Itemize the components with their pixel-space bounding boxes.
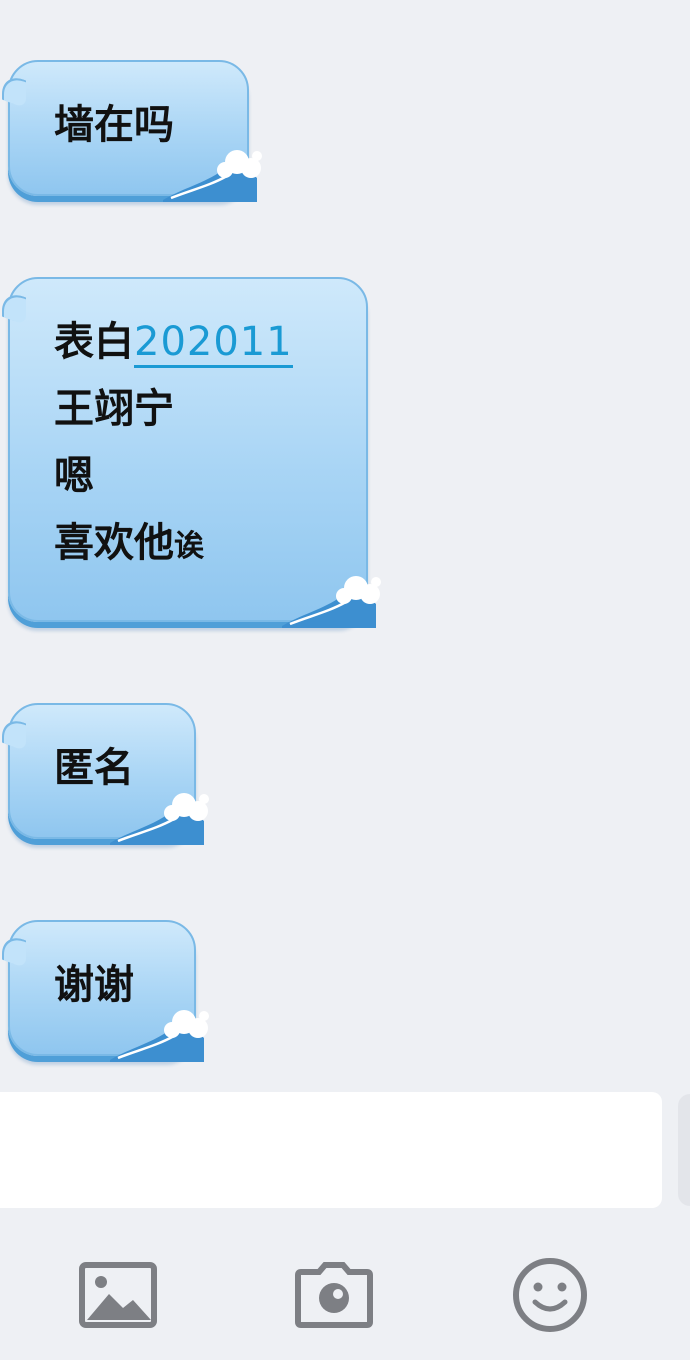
bubble-tail: [2, 714, 26, 752]
message-bubble[interactable]: 表白202011 王翊宁 嗯 喜欢他诶: [2, 277, 381, 628]
message-text-line: 表白202011: [54, 309, 293, 376]
message-text: 王翊宁: [54, 386, 174, 432]
wave-decoration-icon: [163, 150, 262, 202]
message-text: 诶: [174, 529, 204, 564]
emoji-icon: [513, 1258, 587, 1332]
camera-icon: [295, 1262, 373, 1328]
message-bubble[interactable]: 匿名: [2, 703, 209, 845]
bubble-tail: [2, 288, 26, 326]
image-icon: [79, 1262, 157, 1328]
camera-button[interactable]: [294, 1255, 374, 1335]
composer-toolbar: [0, 1215, 690, 1360]
send-button[interactable]: [678, 1094, 690, 1206]
message-text: 喜欢他: [54, 520, 174, 566]
message-input[interactable]: [0, 1092, 662, 1208]
message-bubble[interactable]: 墙在吗: [2, 60, 262, 202]
bubble-tail: [2, 931, 26, 969]
chat-message-list: 墙在吗 表白202011 王翊宁 嗯 喜欢他诶 匿名 谢谢: [0, 0, 690, 1085]
bubble-tail: [2, 71, 26, 109]
message-bubble[interactable]: 谢谢: [2, 920, 209, 1062]
image-button[interactable]: [78, 1255, 158, 1335]
message-text: 表白: [54, 319, 134, 365]
wave-decoration-icon: [110, 1010, 209, 1062]
wave-decoration-icon: [282, 576, 381, 628]
message-text: 嗯: [54, 453, 94, 499]
emoji-button[interactable]: [510, 1255, 590, 1335]
number-link[interactable]: 202011: [134, 319, 293, 368]
message-text-line: 喜欢他诶: [54, 510, 293, 580]
wave-decoration-icon: [110, 793, 209, 845]
